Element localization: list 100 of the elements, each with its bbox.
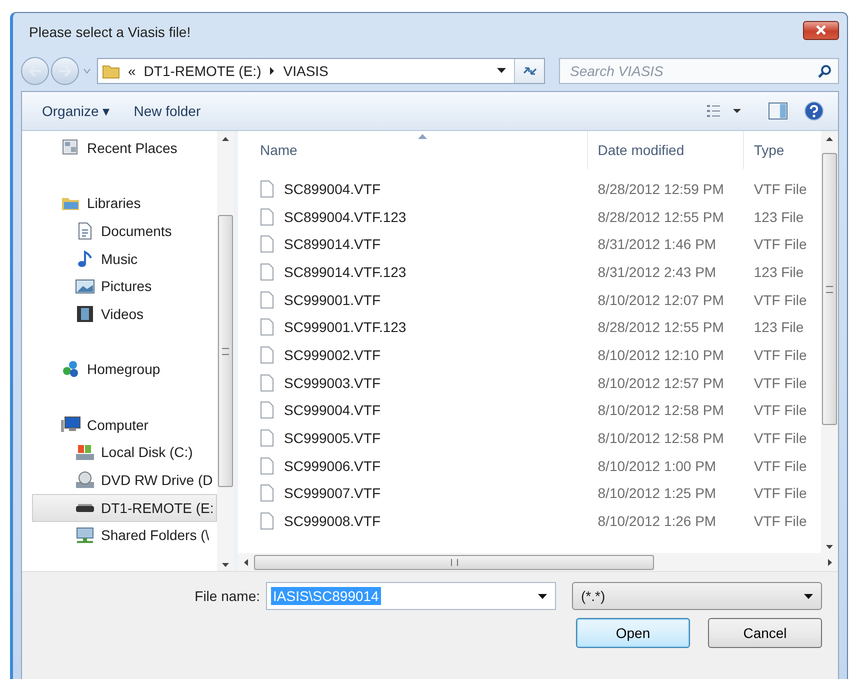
date-modified: 8/10/2012 1:00 PM: [598, 458, 716, 474]
organize-menu[interactable]: Organize ▾: [38, 101, 114, 121]
file-type: VTF File: [754, 180, 807, 197]
file-name[interactable]: SC899014.VTF: [284, 236, 380, 252]
nav-item[interactable]: Homegroup: [32, 356, 217, 384]
file-name[interactable]: SC999003.VTF: [284, 374, 380, 391]
nav-item[interactable]: DVD RW Drive (D: [32, 466, 217, 494]
nav-item-label: Local Disk (C:): [101, 444, 193, 460]
nav-item[interactable]: Computer: [32, 410, 217, 439]
scrollbar[interactable]: [217, 131, 234, 571]
new-folder-button[interactable]: New folder: [130, 101, 205, 121]
file-name[interactable]: SC999001.VTF: [284, 292, 380, 308]
close-icon: [815, 25, 827, 35]
file-name[interactable]: SC899004.VTF: [284, 180, 380, 197]
file-icon: [260, 262, 274, 281]
nav-item-label: Videos: [101, 306, 144, 322]
cancel-button[interactable]: Cancel: [708, 618, 822, 648]
address-bar[interactable]: « DT1-REMOTE (E:) VIASIS: [97, 58, 545, 84]
chevron-icon: [269, 67, 276, 75]
date-modified: 8/28/2012 12:55 PM: [598, 319, 724, 336]
dropdown-arrow-icon[interactable]: [497, 68, 506, 74]
column-header[interactable]: Name: [250, 131, 588, 169]
nav-item[interactable]: Local Disk (C:): [32, 438, 217, 466]
scroll-thumb[interactable]: [254, 554, 654, 570]
breadcrumb[interactable]: DT1-REMOTE (E:): [144, 63, 262, 79]
file-name[interactable]: SC999005.VTF: [284, 430, 380, 446]
folder-icon: [102, 63, 120, 79]
scroll-up-icon[interactable]: [222, 137, 229, 141]
file-type-dropdown[interactable]: (*.*): [572, 582, 822, 610]
dvd-drive-icon: [75, 471, 95, 490]
network-icon: [61, 360, 81, 378]
help-icon[interactable]: [804, 101, 824, 121]
refresh-button[interactable]: [514, 59, 544, 83]
open-button[interactable]: Open: [576, 618, 690, 648]
file-icon: [260, 290, 274, 309]
nav-item[interactable]: DT1-REMOTE (E:: [32, 494, 217, 522]
file-name[interactable]: SC999006.VTF: [284, 458, 380, 474]
view-options-icon[interactable]: [706, 104, 742, 118]
nav-item[interactable]: Documents: [32, 217, 217, 245]
date-modified: 8/10/2012 12:07 PM: [598, 292, 724, 308]
file-type: VTF File: [754, 236, 807, 252]
window-title: Please select a Viasis file!: [29, 24, 191, 40]
film-icon: [75, 304, 95, 323]
nav-item-label: Documents: [101, 222, 172, 239]
file-type: 123 File: [754, 208, 804, 225]
nav-item[interactable]: Libraries: [32, 189, 217, 218]
date-modified: 8/28/2012 12:59 PM: [598, 180, 724, 197]
disk-icon: [75, 443, 95, 462]
close-button[interactable]: [803, 20, 839, 40]
nav-item-label: Libraries: [87, 195, 141, 212]
scroll-down-icon[interactable]: [826, 545, 833, 549]
file-icon: [260, 512, 274, 530]
scroll-down-icon[interactable]: [222, 563, 229, 567]
date-modified: 8/28/2012 12:55 PM: [598, 208, 724, 225]
date-modified: 8/10/2012 12:10 PM: [598, 346, 724, 363]
file-name[interactable]: SC899014.VTF.123: [284, 264, 406, 280]
column-header[interactable]: Type: [744, 131, 821, 169]
nav-item-label: Computer: [87, 416, 148, 433]
breadcrumb[interactable]: VIASIS: [283, 63, 328, 79]
preview-pane-icon[interactable]: [768, 102, 788, 120]
picture-icon: [75, 277, 95, 296]
file-icon: [260, 235, 274, 254]
nav-item[interactable]: Pictures: [32, 272, 217, 300]
file-name[interactable]: SC999007.VTF: [284, 485, 380, 502]
file-name[interactable]: SC899004.VTF.123: [284, 208, 406, 225]
file-icon: [260, 484, 274, 502]
file-type: VTF File: [754, 458, 807, 474]
nav-item-label: Music: [101, 250, 138, 267]
nav-item[interactable]: Videos: [32, 300, 217, 328]
scroll-left-icon[interactable]: [244, 558, 248, 566]
computer-icon: [61, 416, 81, 434]
date-modified: 8/10/2012 12:58 PM: [598, 430, 724, 446]
nav-item[interactable]: Music: [32, 244, 217, 272]
scrollbar[interactable]: [821, 131, 838, 553]
scroll-thumb[interactable]: [218, 215, 233, 487]
nav-item[interactable]: Shared Folders (\: [32, 522, 217, 550]
file-name[interactable]: SC999002.VTF: [284, 346, 380, 363]
dropdown-arrow-icon[interactable]: [538, 594, 547, 598]
search-field[interactable]: Search VIASIS: [559, 58, 839, 84]
scroll-up-icon[interactable]: [826, 137, 833, 141]
file-icon: [260, 180, 274, 198]
shared-folder-icon: [75, 526, 95, 544]
refresh-icon: [522, 64, 538, 78]
date-modified: 8/10/2012 12:57 PM: [598, 374, 724, 391]
search-icon: [818, 64, 832, 78]
horizontal-scrollbar[interactable]: [238, 553, 838, 571]
scroll-thumb[interactable]: [822, 153, 837, 425]
file-name[interactable]: SC999001.VTF.123: [284, 319, 406, 336]
file-type: VTF File: [754, 485, 807, 502]
file-icon: [260, 318, 274, 336]
file-name[interactable]: SC999004.VTF: [284, 402, 380, 418]
file-type: VTF File: [754, 374, 807, 391]
date-modified: 8/10/2012 1:26 PM: [598, 513, 716, 530]
nav-item[interactable]: Recent Places: [32, 134, 217, 162]
file-name[interactable]: SC999008.VTF: [284, 513, 380, 530]
scroll-right-icon[interactable]: [828, 558, 832, 566]
nav-item-label: Pictures: [101, 278, 152, 294]
file-type: VTF File: [754, 346, 807, 363]
column-header[interactable]: Date modified: [588, 131, 744, 169]
breadcrumb[interactable]: «: [128, 63, 136, 79]
